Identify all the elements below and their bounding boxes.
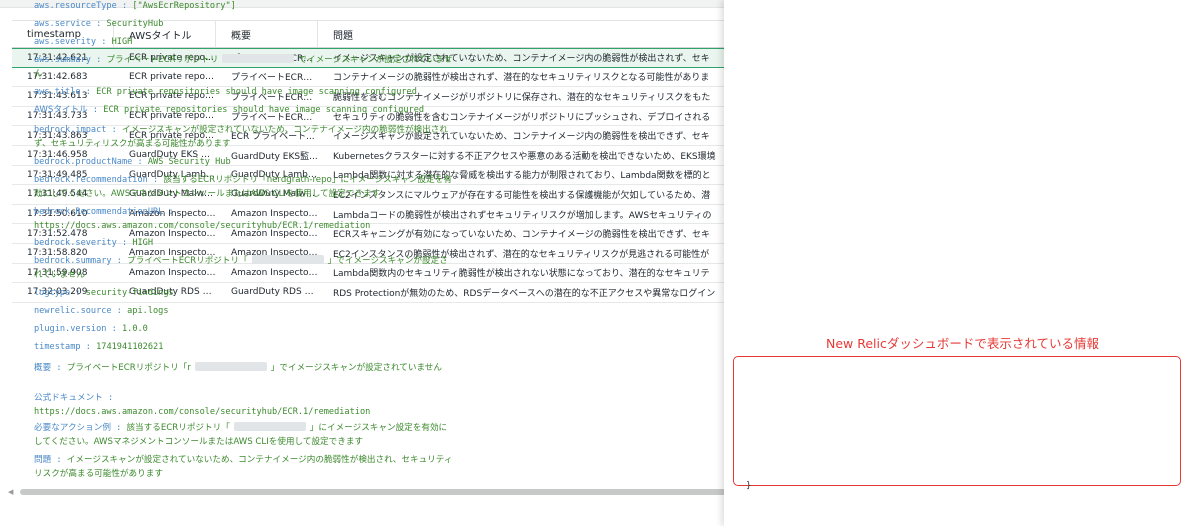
attr-separator: : [163,207,174,217]
horizontal-scrollbar[interactable]: ◀ [8,487,730,497]
attr-key: logtype [34,288,71,298]
attr-value[interactable]: HIGH [112,37,133,47]
attr-value[interactable]: HIGH [132,238,153,248]
attr-value[interactable]: 1741941102621 [96,342,163,352]
attr-aws-title: aws.title : ECR private repositories sho… [34,86,454,100]
attr-separator: : [90,55,107,65]
attr-key: aws.service [34,19,91,29]
attr-bedrock-recommendation: bedrock.recommendation : 該当するECRリポジトリ「ne… [34,174,454,201]
attr-separator: : [111,256,128,266]
attr-key: bedrock.recommendation [34,175,148,185]
attr-separator: : [116,238,133,248]
json-closing-brace: } [746,481,752,491]
attr-aws-service: aws.service : SecurityHub [34,18,454,32]
attr-aws-title-jp: AWSタイトル : ECR private repositories shoul… [34,104,454,118]
attr-separator: : [132,157,148,167]
attr-key: aws.title [34,87,81,97]
attr-required-action: 必要なアクション例 : 該当するECRリポジトリ「 」にイメージスキャン設定を有効… [34,422,454,449]
attr-separator: : [110,423,127,433]
attr-bedrock-product-name: bedrock.productName : AWS Security Hub [34,156,454,170]
attr-timestamp: timestamp : 1741941102621 [34,341,454,355]
attr-value[interactable]: SecurityHub [106,19,163,29]
redacted-mask [194,362,267,371]
attr-value[interactable]: security-findings [86,288,174,298]
attr-value[interactable]: ["AwsEcrRepository"] [132,1,235,11]
redacted-mask [222,54,295,63]
attr-separator: : [80,342,97,352]
attr-separator: : [106,125,122,135]
attr-value[interactable]: AWS Security Hub [148,157,231,167]
attr-key: 公式ドキュメント [34,393,103,403]
new-relic-dashboard-caption: New Relicダッシュボードで表示されている情報 [826,336,1099,351]
attr-value[interactable]: 1.0.0 [122,324,148,334]
attr-overview: 概要 : プライベートECRリポジトリ「r 」でイメージスキャンが設定されていませ… [34,362,454,376]
attr-separator: : [102,393,114,403]
scroll-left-arrow-icon[interactable]: ◀ [8,487,13,497]
attr-bedrock-severity: bedrock.severity : HIGH [34,237,454,251]
attr-plugin-version: plugin.version : 1.0.0 [34,323,454,337]
attr-separator: : [90,19,107,29]
attr-separator: : [51,455,67,465]
attr-separator: : [70,288,86,298]
attr-value[interactable]: ECR private repositories should have ima… [103,105,424,115]
attr-separator: : [111,306,128,316]
attr-bedrock-impact: bedrock.impact : イメージスキャンが設定されていないため、コンテ… [34,124,454,151]
attr-separator: : [106,324,122,334]
attr-separator: : [116,1,133,11]
attr-key: aws.severity [34,37,97,47]
redacted-mask [251,255,324,264]
attr-value[interactable]: ECR private repositories should have ima… [96,87,417,97]
attr-separator: : [96,37,112,47]
new-relic-highlight-box [733,356,1181,486]
attr-value[interactable]: 該当するECRリポジトリ「 [126,423,229,433]
attr-separator: : [147,175,164,185]
attr-aws-severity: aws.severity : HIGH [34,36,454,50]
attr-key: bedrock.impact [34,125,107,135]
attr-key: AWSタイトル [34,105,88,115]
attr-key: bedrock.summary [34,256,112,266]
attr-key: aws.resourceType [34,1,117,11]
attr-bedrock-recommendation-url: bedrock.RecommendationURL : https://docs… [34,206,454,233]
attr-bedrock-summary: bedrock.summary : プライベートECRリポジトリ「 」でイメージス… [34,255,454,282]
attr-key: newrelic.source [34,306,112,316]
attr-value[interactable]: https://docs.aws.amazon.com/console/secu… [34,221,370,231]
attr-key: 概要 [34,363,52,373]
attr-separator: : [51,363,67,373]
attr-key: plugin.version [34,324,107,334]
attr-key: bedrock.productName [34,157,133,167]
attr-value[interactable]: プライベートECRリポジトリ「r [67,363,191,373]
attr-logtype: logtype : security-findings [34,287,454,301]
attr-key: 必要なアクション例 [34,423,111,433]
attr-key: bedrock.severity [34,238,117,248]
attr-value[interactable]: https://docs.aws.amazon.com/console/secu… [34,407,370,417]
attr-newrelic-source: newrelic.source : api.logs [34,305,454,319]
attr-key: timestamp [34,342,81,352]
attr-value[interactable]: プライベートECRリポジトリ [106,55,218,65]
attr-separator: : [80,87,97,97]
attr-value[interactable]: プライベートECRリポジトリ「 [127,256,248,266]
attr-key: 問題 [34,455,52,465]
attr-aws-summary: aws.summary : プライベートECRリポジトリ でイメージスキャンが設定… [34,54,454,81]
attr-problem: 問題 : イメージスキャンが設定されていないため、コンテナイメージ内の脆弱性が検… [34,454,454,481]
attr-value[interactable]: イメージスキャンが設定されていないため、コンテナイメージ内の脆弱性が検出され、セ… [34,455,452,479]
attr-value[interactable]: api.logs [127,306,168,316]
attr-value[interactable]: 」でイメージスキャンが設定されていません [271,363,442,373]
scrollbar-thumb[interactable] [20,489,730,495]
attr-aws-resource-type: aws.resourceType : ["AwsEcrRepository"] [34,0,454,14]
attr-key: bedrock.RecommendationURL [34,207,164,217]
attr-separator: : [87,105,104,115]
attr-official-docs: 公式ドキュメント : https://docs.aws.amazon.com/c… [34,392,454,419]
attr-key: aws.summary [34,55,91,65]
redacted-mask [233,422,306,431]
